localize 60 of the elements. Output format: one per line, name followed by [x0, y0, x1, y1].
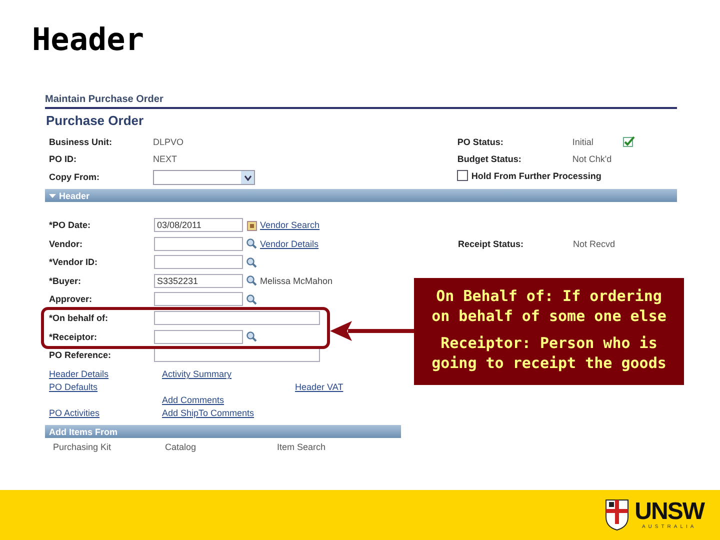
dropdown-field[interactable] [153, 170, 255, 185]
link[interactable]: Activity Summary [162, 369, 232, 380]
search-icon[interactable] [246, 294, 257, 305]
field-label: *On behalf of: [48, 312, 109, 323]
input-field[interactable]: S3352231 [154, 274, 243, 288]
field-value: DLPVO [153, 136, 184, 146]
link[interactable]: Add Comments [162, 395, 224, 406]
field-value: Initial [572, 136, 594, 146]
field-label: *Vendor ID: [48, 257, 99, 268]
input-field[interactable] [154, 292, 243, 306]
field-label: PO ID: [48, 154, 78, 164]
input-field[interactable]: 03/08/2011 [154, 218, 243, 232]
field-label: PO Reference: [48, 350, 112, 360]
checkbox[interactable] [457, 170, 468, 181]
link[interactable]: Header Details [49, 369, 109, 380]
caret-icon [244, 174, 252, 180]
slide-title: Header [32, 22, 145, 60]
search-icon[interactable] [246, 238, 257, 250]
input-field[interactable] [154, 255, 243, 270]
link[interactable]: Item Search [277, 442, 389, 452]
crest-icon [604, 499, 629, 531]
link[interactable]: Add ShipTo Comments [162, 408, 254, 418]
field-label: PO Status: [457, 136, 504, 146]
logo-text: UNSW [634, 500, 704, 524]
link[interactable]: Header VAT [295, 382, 344, 392]
field-label: Business Unit: [48, 136, 114, 146]
buyer-name: Melissa McMahon [260, 276, 333, 286]
field-value: Not Chk'd [572, 154, 612, 164]
search-icon[interactable] [246, 331, 257, 342]
field-value: NEXT [153, 154, 178, 164]
breadcrumb: Maintain Purchase Order [45, 94, 677, 109]
section-header: Add Items From [45, 425, 401, 438]
field-label: Copy From: [48, 172, 100, 182]
caret-icon [49, 192, 56, 198]
link[interactable]: Catalog [165, 442, 277, 452]
field-label: Receipt Status: [458, 238, 525, 248]
field-label: *Buyer: [48, 276, 82, 286]
link[interactable]: PO Activities [49, 408, 100, 418]
page-title: Purchase Order [46, 113, 145, 128]
callout-text: Receiptor: Person who is going to receipt the goods [430, 333, 668, 373]
link[interactable]: Purchasing Kit [53, 442, 165, 452]
link[interactable]: PO Defaults [49, 382, 98, 392]
input-field[interactable] [154, 348, 320, 362]
input-field[interactable] [154, 330, 243, 344]
field-label: Approver: [48, 294, 94, 304]
calendar-icon[interactable] [246, 220, 256, 230]
field-value: Not Recvd [573, 238, 616, 248]
input-field[interactable] [154, 236, 243, 251]
checkmark-icon [623, 136, 636, 147]
search-icon[interactable] [246, 256, 257, 268]
link[interactable]: Vendor Search [260, 220, 320, 230]
field-label: *PO Date: [48, 220, 92, 230]
field-label: Budget Status: [457, 154, 522, 164]
search-icon[interactable] [246, 275, 257, 286]
field-label: Vendor: [48, 238, 84, 249]
callout-text: On Behalf of: If ordering on behalf of some one else [430, 286, 668, 326]
link[interactable]: Vendor Details [260, 238, 319, 249]
field-label: *Receiptor: [48, 332, 98, 342]
input-field[interactable] [154, 310, 320, 325]
checkbox-label: Hold From Further Processing [471, 170, 602, 180]
